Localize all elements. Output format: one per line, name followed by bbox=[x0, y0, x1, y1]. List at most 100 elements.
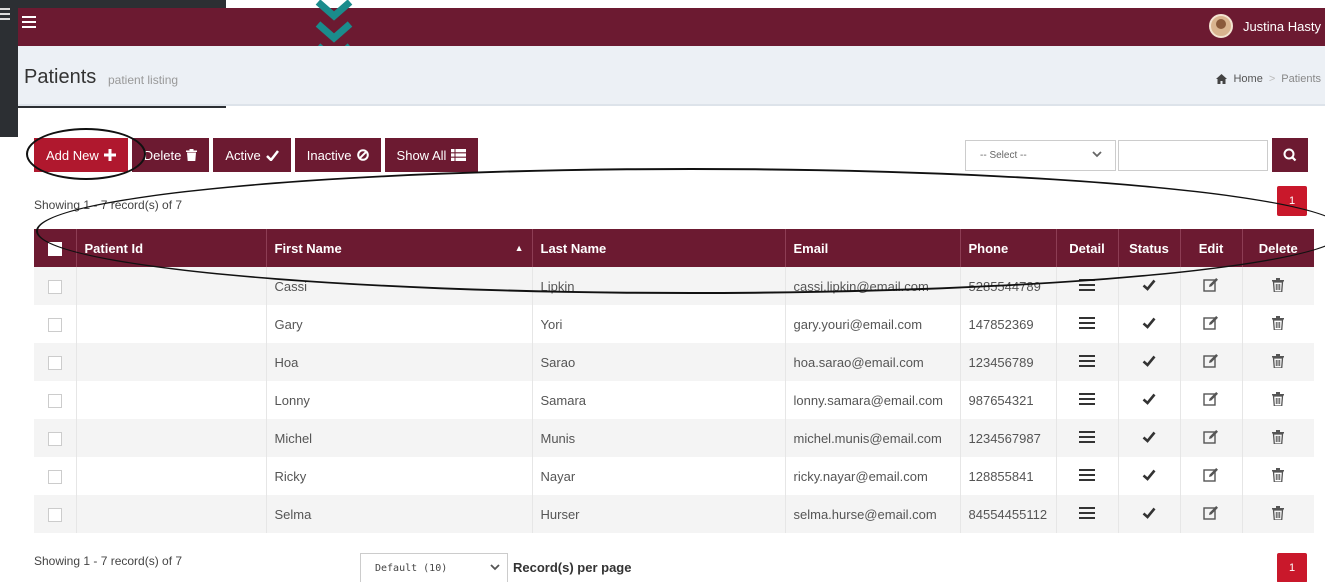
status-toggle[interactable] bbox=[1118, 495, 1181, 533]
column-last-name[interactable]: Last Name bbox=[532, 229, 786, 267]
patients-table: Patient Id First Name ▲ Last Name Email … bbox=[34, 229, 1314, 533]
detail-button[interactable] bbox=[1056, 381, 1119, 419]
search-input[interactable] bbox=[1118, 140, 1268, 171]
ban-icon bbox=[356, 149, 369, 161]
row-checkbox[interactable] bbox=[47, 279, 62, 294]
row-checkbox[interactable] bbox=[47, 393, 62, 408]
cell-first-name: Michel bbox=[266, 419, 533, 457]
table-row: Cassi Lipkin cassi.lipkin@email.com 5285544… bbox=[34, 267, 1314, 305]
list-icon bbox=[451, 149, 467, 161]
row-select-cell bbox=[34, 419, 77, 457]
inactive-button[interactable]: Inactive bbox=[294, 138, 381, 172]
column-email[interactable]: Email bbox=[785, 229, 961, 267]
cell-email: ricky.nayar@email.com bbox=[785, 457, 961, 495]
status-toggle[interactable] bbox=[1118, 419, 1181, 457]
delete-button[interactable]: Delete bbox=[131, 138, 210, 172]
delete-row-button[interactable] bbox=[1242, 495, 1314, 533]
check-icon bbox=[1142, 279, 1156, 291]
page-1-button-bottom[interactable]: 1 bbox=[1277, 553, 1307, 582]
edit-button[interactable] bbox=[1180, 305, 1243, 343]
filter-select[interactable]: -- Select -- bbox=[965, 140, 1116, 171]
cell-first-name: Selma bbox=[266, 495, 533, 533]
detail-button[interactable] bbox=[1056, 457, 1119, 495]
edit-button[interactable] bbox=[1180, 495, 1243, 533]
breadcrumb-current: Patients bbox=[1281, 73, 1321, 85]
delete-row-button[interactable] bbox=[1242, 381, 1314, 419]
hamburger-icon[interactable] bbox=[22, 16, 36, 28]
delete-row-button[interactable] bbox=[1242, 457, 1314, 495]
row-checkbox[interactable] bbox=[47, 469, 62, 484]
cell-phone: 123456789 bbox=[960, 343, 1057, 381]
user-menu[interactable]: Justina Hasty bbox=[1208, 11, 1321, 41]
cell-patient-id bbox=[76, 267, 267, 305]
detail-button[interactable] bbox=[1056, 267, 1119, 305]
edit-button[interactable] bbox=[1180, 419, 1243, 457]
breadcrumb-separator: > bbox=[1268, 73, 1276, 85]
status-toggle[interactable] bbox=[1118, 305, 1181, 343]
cell-email: hoa.sarao@email.com bbox=[785, 343, 961, 381]
status-toggle[interactable] bbox=[1118, 267, 1181, 305]
cell-email: lonny.samara@email.com bbox=[785, 381, 961, 419]
edit-button[interactable] bbox=[1180, 457, 1243, 495]
main-content: Add New Delete Active Inactive Show All … bbox=[18, 108, 1325, 582]
edit-button[interactable] bbox=[1180, 267, 1243, 305]
row-select-cell bbox=[34, 457, 77, 495]
per-page-select[interactable]: Default (10) bbox=[360, 553, 508, 582]
cell-patient-id bbox=[76, 381, 267, 419]
status-toggle[interactable] bbox=[1118, 457, 1181, 495]
trash-icon bbox=[186, 149, 198, 161]
trash-icon bbox=[1272, 277, 1285, 293]
show-all-label: Show All bbox=[396, 147, 447, 163]
cell-first-name: Lonny bbox=[266, 381, 533, 419]
column-first-name[interactable]: First Name ▲ bbox=[266, 229, 533, 267]
page-1-button-top[interactable]: 1 bbox=[1277, 186, 1307, 216]
table-row: Lonny Samara lonny.samara@email.com 9876543… bbox=[34, 381, 1314, 419]
cell-last-name: Hurser bbox=[532, 495, 786, 533]
user-name: Justina Hasty bbox=[1242, 18, 1321, 34]
search-button[interactable] bbox=[1272, 138, 1308, 172]
edit-button[interactable] bbox=[1180, 381, 1243, 419]
cell-first-name: Gary bbox=[266, 305, 533, 343]
select-all-checkbox[interactable] bbox=[47, 241, 62, 256]
delete-row-button[interactable] bbox=[1242, 305, 1314, 343]
add-new-button[interactable]: Add New bbox=[34, 138, 128, 172]
search-icon bbox=[1283, 148, 1297, 162]
check-icon bbox=[1142, 317, 1156, 329]
row-checkbox[interactable] bbox=[47, 507, 62, 522]
trash-icon bbox=[1272, 467, 1285, 483]
delete-row-button[interactable] bbox=[1242, 343, 1314, 381]
bars-icon bbox=[1079, 354, 1095, 367]
edit-icon bbox=[1203, 316, 1218, 330]
bars-icon bbox=[1079, 506, 1095, 519]
bars-icon bbox=[1079, 430, 1095, 443]
detail-button[interactable] bbox=[1056, 419, 1119, 457]
filter-select-value: -- Select -- bbox=[980, 150, 1027, 161]
cell-patient-id bbox=[76, 343, 267, 381]
status-toggle[interactable] bbox=[1118, 343, 1181, 381]
detail-button[interactable] bbox=[1056, 343, 1119, 381]
content-header: Patients patient listing Home > Patients bbox=[18, 46, 1325, 106]
breadcrumb-home[interactable]: Home bbox=[1233, 73, 1262, 85]
trash-icon bbox=[1272, 353, 1285, 369]
bars-icon bbox=[1079, 278, 1095, 291]
trash-icon bbox=[1272, 429, 1285, 445]
row-checkbox[interactable] bbox=[47, 317, 62, 332]
active-button[interactable]: Active bbox=[213, 138, 291, 172]
cell-phone: 5285544789 bbox=[960, 267, 1057, 305]
detail-button[interactable] bbox=[1056, 305, 1119, 343]
row-checkbox[interactable] bbox=[47, 355, 62, 370]
show-all-button[interactable]: Show All bbox=[384, 138, 479, 172]
cell-first-name: Ricky bbox=[266, 457, 533, 495]
column-patient-id[interactable]: Patient Id bbox=[76, 229, 267, 267]
row-checkbox[interactable] bbox=[47, 431, 62, 446]
cell-patient-id bbox=[76, 457, 267, 495]
delete-row-button[interactable] bbox=[1242, 267, 1314, 305]
cell-first-name: Cassi bbox=[266, 267, 533, 305]
delete-row-button[interactable] bbox=[1242, 419, 1314, 457]
status-toggle[interactable] bbox=[1118, 381, 1181, 419]
column-status: Status bbox=[1118, 229, 1181, 267]
column-phone[interactable]: Phone bbox=[960, 229, 1057, 267]
detail-button[interactable] bbox=[1056, 495, 1119, 533]
cell-last-name: Munis bbox=[532, 419, 786, 457]
edit-button[interactable] bbox=[1180, 343, 1243, 381]
